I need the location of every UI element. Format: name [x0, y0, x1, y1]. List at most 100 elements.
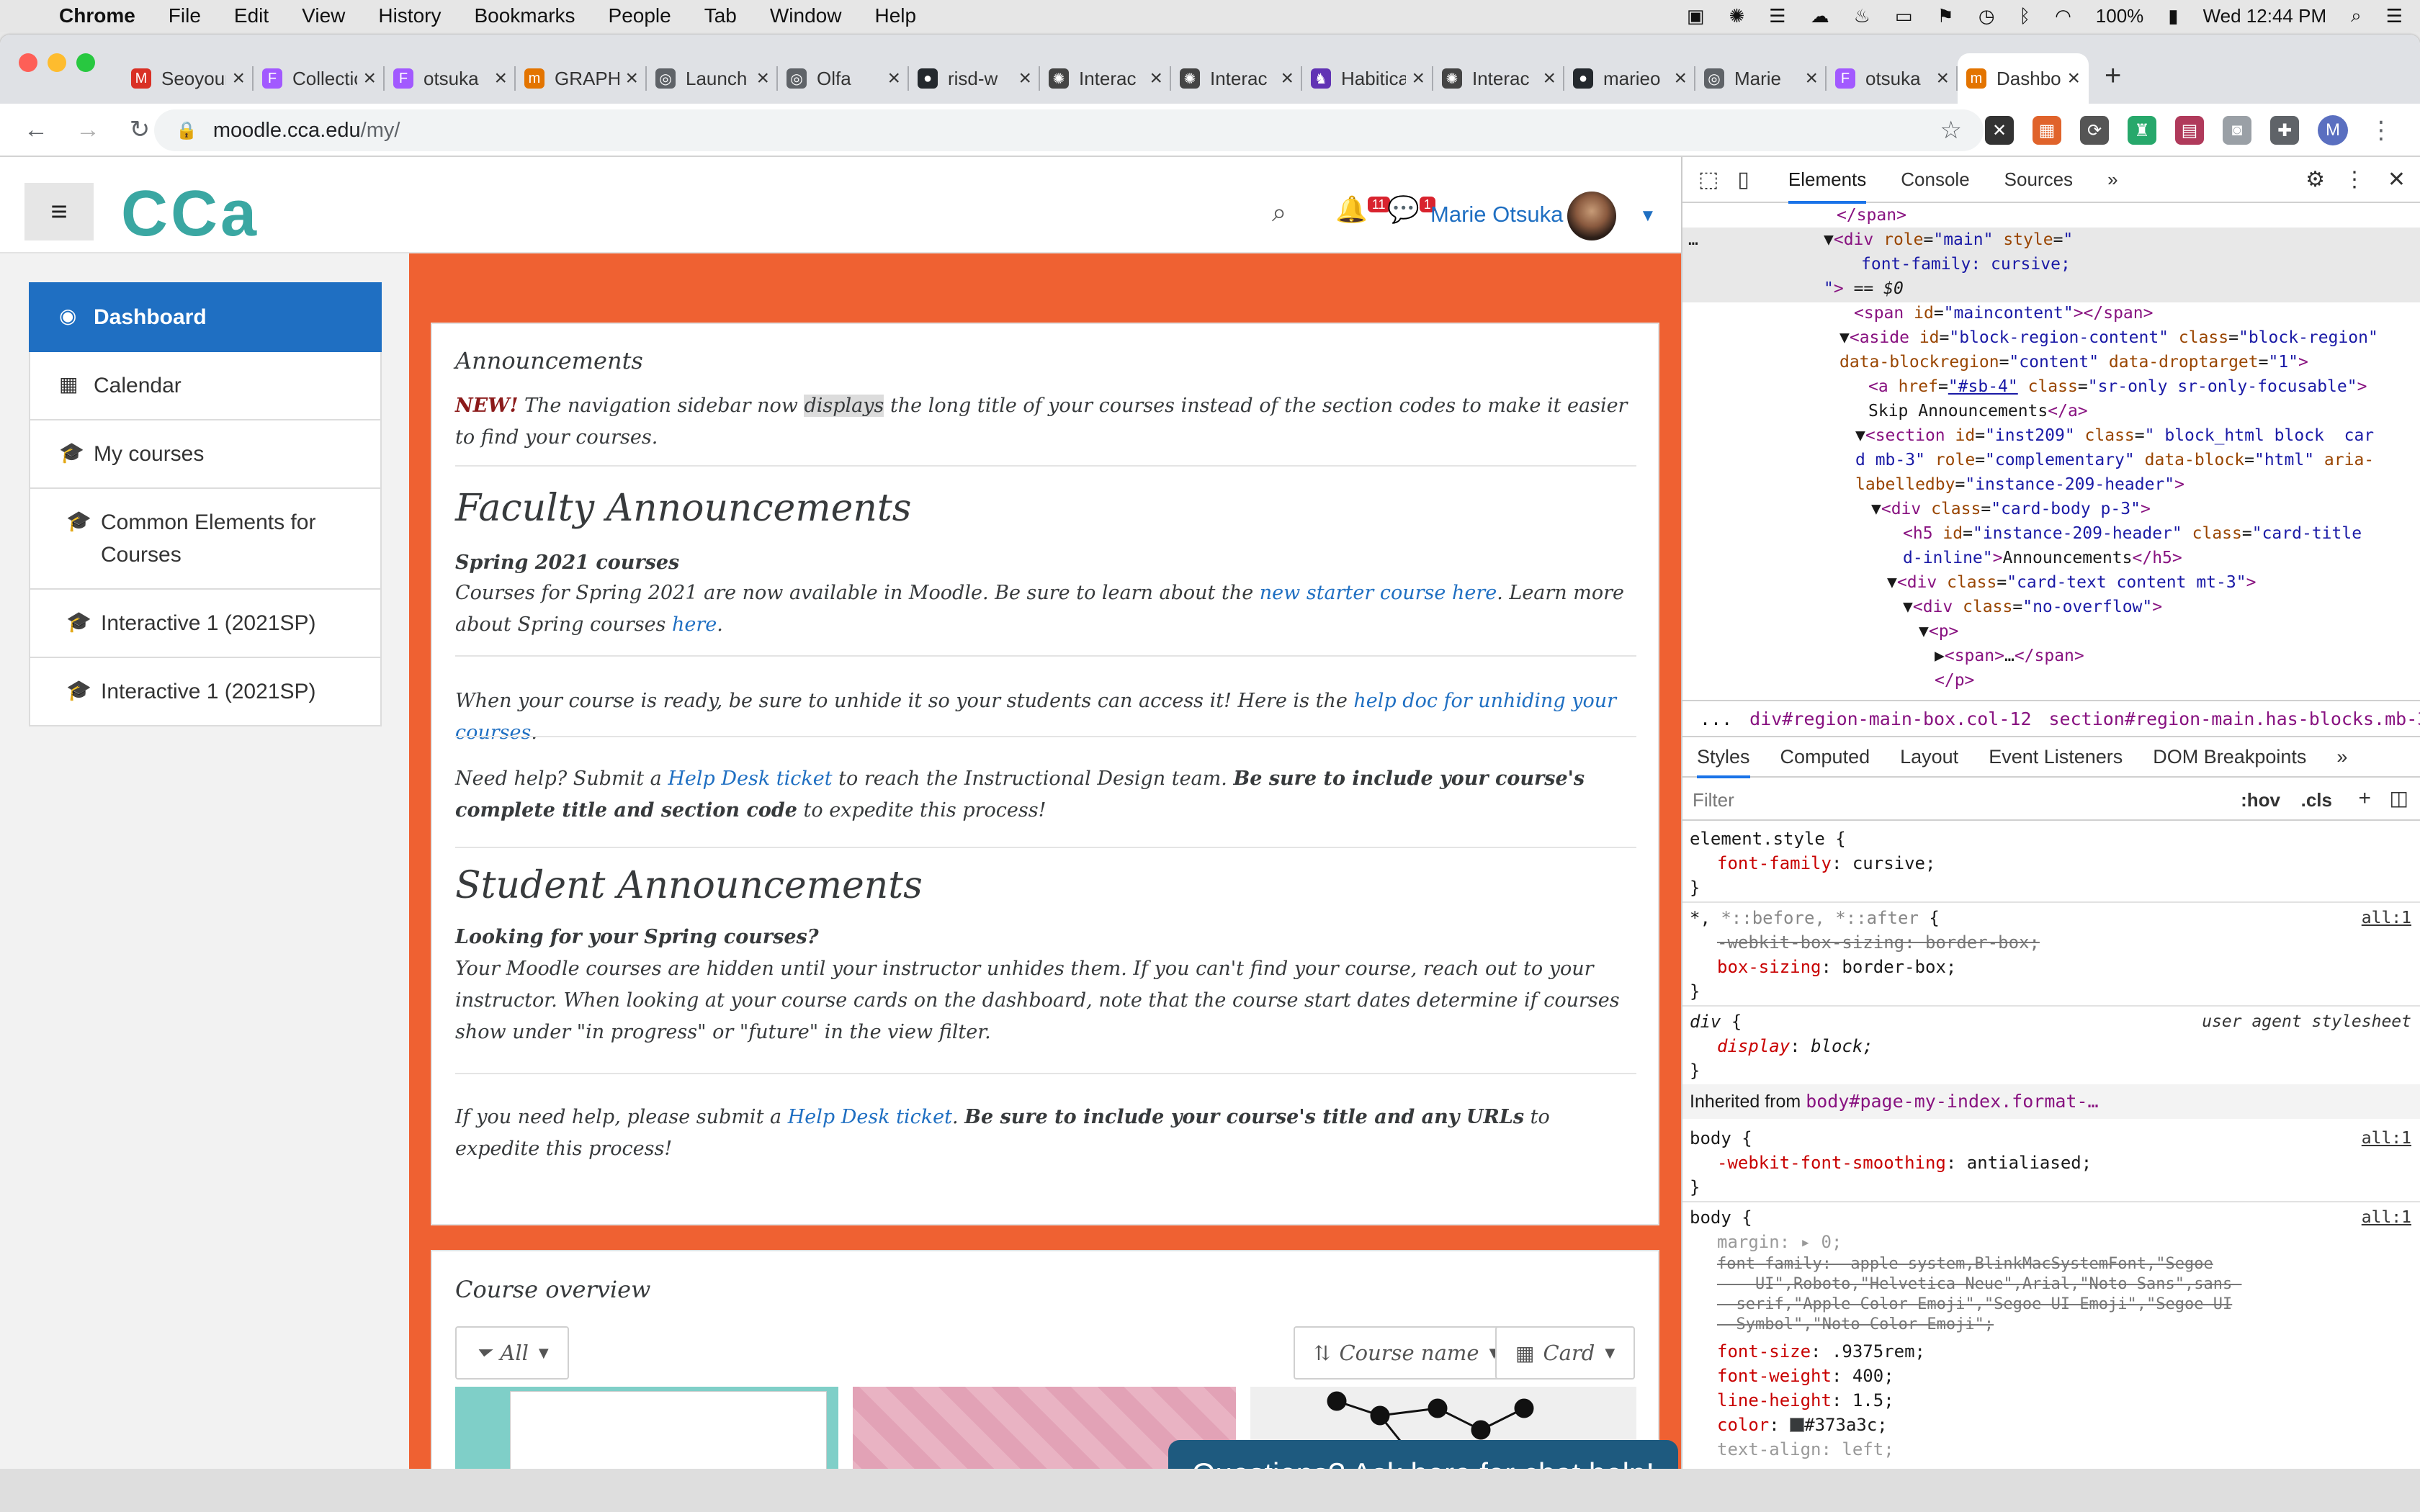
dom-ellipsis[interactable]: … — [1688, 228, 1698, 252]
dom-line[interactable]: Skip Announcements</a> — [1868, 399, 2088, 423]
sidebar-item[interactable]: ▦ Calendar — [29, 352, 382, 420]
spring-here-link[interactable]: here — [672, 613, 717, 636]
more-subtabs-icon[interactable]: » — [2336, 746, 2347, 768]
close-tab-icon[interactable]: × — [363, 66, 376, 91]
menu-file[interactable]: File — [169, 4, 201, 27]
extension-15-icon[interactable]: ▤ — [2175, 116, 2204, 145]
styles-subtab[interactable]: Event Listeners — [1989, 746, 2123, 768]
dom-line[interactable]: ▼<section id="inst209" class=" block_htm… — [1855, 423, 2374, 448]
dom-line[interactable]: "> == $0 — [1824, 276, 1904, 301]
tab-console[interactable]: Console — [1901, 168, 1969, 191]
close-tab-icon[interactable]: × — [494, 66, 507, 91]
cloud-icon[interactable]: ☁ — [1811, 5, 1829, 27]
browser-tab[interactable]: ♞ Habitica × — [1302, 53, 1433, 104]
dom-line[interactable]: ▼<div class="card-body p-3"> — [1871, 497, 2151, 521]
view-dropdown[interactable]: ▦ Card ▼ — [1495, 1326, 1636, 1380]
sidebar-item[interactable]: 🎓 Common Elements for Courses — [29, 489, 382, 590]
dom-line[interactable]: </p> — [1935, 668, 1974, 693]
menu-history[interactable]: History — [378, 4, 441, 27]
drive-icon[interactable]: ☰ — [1769, 5, 1785, 27]
browser-tab[interactable]: Fotsuka × — [1827, 53, 1958, 104]
back-icon[interactable]: ← — [20, 116, 52, 144]
browser-tab[interactable]: M Seoyoung × — [122, 53, 254, 104]
rule-prop[interactable]: line-height: 1.5; — [1717, 1388, 1894, 1413]
rule-universal[interactable]: *, *::before, *::after { — [1690, 906, 1940, 930]
rule-body[interactable]: body { — [1690, 1126, 1752, 1151]
browser-tab[interactable]: ◎ Olfa × — [778, 53, 909, 104]
address-bar[interactable]: 🔒 moodle.cca.edu/my/ ☆ — [154, 109, 1984, 151]
student-help-desk-link[interactable]: Help Desk ticket — [788, 1106, 952, 1128]
extension-camera-icon[interactable]: ◙ — [2223, 116, 2251, 145]
browser-tab[interactable]: ● marieo × — [1564, 53, 1695, 104]
dom-line[interactable]: </span> — [1837, 203, 1906, 228]
help-desk-ticket-link[interactable]: Help Desk ticket — [668, 768, 832, 790]
close-tab-icon[interactable]: × — [625, 66, 638, 91]
bluetooth-icon[interactable]: ᛒ — [2020, 5, 2031, 27]
dom-line[interactable]: font-family: cursive; — [1861, 252, 2071, 276]
rule-source-link[interactable]: all:1 — [2362, 1205, 2411, 1230]
browser-tab[interactable]: ✺ Interac × — [1040, 53, 1171, 104]
rule-prop[interactable]: font-family: -apple-system,BlinkMacSyste… — [1717, 1254, 2241, 1335]
control-center-icon[interactable]: ☰ — [2386, 5, 2403, 27]
rule-prop[interactable]: color: #373a3c; — [1717, 1413, 1888, 1437]
chat-help-button[interactable]: Questions? Ask here for chat help! — [1168, 1440, 1678, 1469]
cca-logo[interactable]: CCa — [121, 181, 259, 246]
dom-line[interactable]: ▼<aside id="block-region-content" class=… — [1839, 325, 2378, 350]
browser-tab[interactable]: F Collection × — [254, 53, 385, 104]
close-tab-icon[interactable]: × — [1412, 66, 1425, 91]
browser-tab[interactable]: ✺ Interac × — [1433, 53, 1564, 104]
zoom-icon[interactable]: ▣ — [1687, 5, 1705, 27]
breadcrumb-item[interactable]: ... — [1700, 708, 1732, 729]
zoom-window-button[interactable] — [76, 53, 95, 72]
browser-tab[interactable]: Fotsuka × — [385, 53, 516, 104]
rule-prop[interactable]: margin: ▸ 0; — [1717, 1230, 1842, 1254]
rule-div[interactable]: div { — [1690, 1009, 1742, 1034]
rule-prop[interactable]: font-weight: 400; — [1717, 1364, 1894, 1388]
rule-body[interactable]: body { — [1690, 1205, 1752, 1230]
dom-line[interactable]: data-blockregion="content" data-droptarg… — [1839, 350, 2308, 374]
rule-source-link[interactable]: all:1 — [2362, 906, 2411, 930]
extension-x-icon[interactable]: ✕ — [1985, 116, 2014, 145]
close-tab-icon[interactable]: × — [1150, 66, 1162, 91]
extension-figure-icon[interactable]: ♜ — [2128, 116, 2156, 145]
notifications-bell-icon[interactable]: 🔔 11 — [1335, 194, 1390, 225]
browser-tab[interactable]: m Dashbo × — [1958, 53, 2089, 104]
dom-line[interactable]: ▼<p> — [1919, 619, 1958, 644]
dom-line[interactable]: ▶<span>…</span> — [1935, 644, 2084, 668]
close-tab-icon[interactable]: × — [1543, 66, 1556, 91]
dom-line[interactable]: d-inline">Announcements</h5> — [1903, 546, 2182, 570]
dom-line[interactable]: <span id="maincontent"></span> — [1854, 301, 2153, 325]
close-tab-icon[interactable]: × — [2067, 66, 2080, 91]
styles-subtab[interactable]: Layout — [1900, 746, 1958, 768]
browser-tab[interactable]: m GRAPH × — [516, 53, 647, 104]
rule-prop[interactable]: box-sizing: border-box; — [1717, 955, 1956, 979]
profile-avatar[interactable]: M — [2318, 115, 2348, 145]
breadcrumb-item[interactable]: div#region-main-box.col-12 — [1749, 708, 2031, 729]
dom-line[interactable]: <a href="#sb-4" class="sr-only sr-only-f… — [1868, 374, 2367, 399]
lock-icon[interactable]: 🔒 — [176, 120, 197, 141]
close-tab-icon[interactable]: × — [1936, 66, 1949, 91]
menu-bookmarks[interactable]: Bookmarks — [474, 4, 575, 27]
cls-toggle[interactable]: .cls — [2301, 789, 2332, 811]
new-rule-icon[interactable]: + — [2358, 786, 2371, 811]
messages-icon[interactable]: 💬 1 — [1387, 194, 1435, 225]
device-toolbar-icon[interactable]: ▯ — [1737, 167, 1749, 192]
close-tab-icon[interactable]: × — [1805, 66, 1818, 91]
menu-app[interactable]: Chrome — [59, 4, 135, 27]
kebab-menu-icon[interactable]: ⋮ — [2344, 167, 2365, 192]
sort-dropdown[interactable]: ⇅ Course name ▼ — [1294, 1326, 1520, 1380]
menu-tab[interactable]: Tab — [704, 4, 737, 27]
time-machine-icon[interactable]: ◷ — [1978, 5, 1995, 27]
user-menu-caret-icon[interactable]: ▼ — [1639, 206, 1657, 226]
more-tabs-icon[interactable]: » — [2107, 168, 2118, 191]
inspect-icon[interactable]: ⬚ — [1698, 167, 1718, 192]
tab-sources[interactable]: Sources — [2004, 168, 2073, 191]
bookmark-star-icon[interactable]: ☆ — [1940, 116, 1962, 145]
rule-prop[interactable]: display: block; — [1717, 1034, 1873, 1058]
clock[interactable]: Wed 12:44 PM — [2203, 5, 2327, 27]
rule-prop[interactable]: font-family: cursive; — [1717, 851, 1935, 876]
sidebar-item[interactable]: ◉ Dashboard — [29, 282, 382, 352]
spotlight-icon[interactable]: ⌕ — [2351, 4, 2362, 27]
tab-elements[interactable]: Elements — [1788, 168, 1867, 204]
new-tab-button[interactable]: + — [2105, 60, 2121, 92]
